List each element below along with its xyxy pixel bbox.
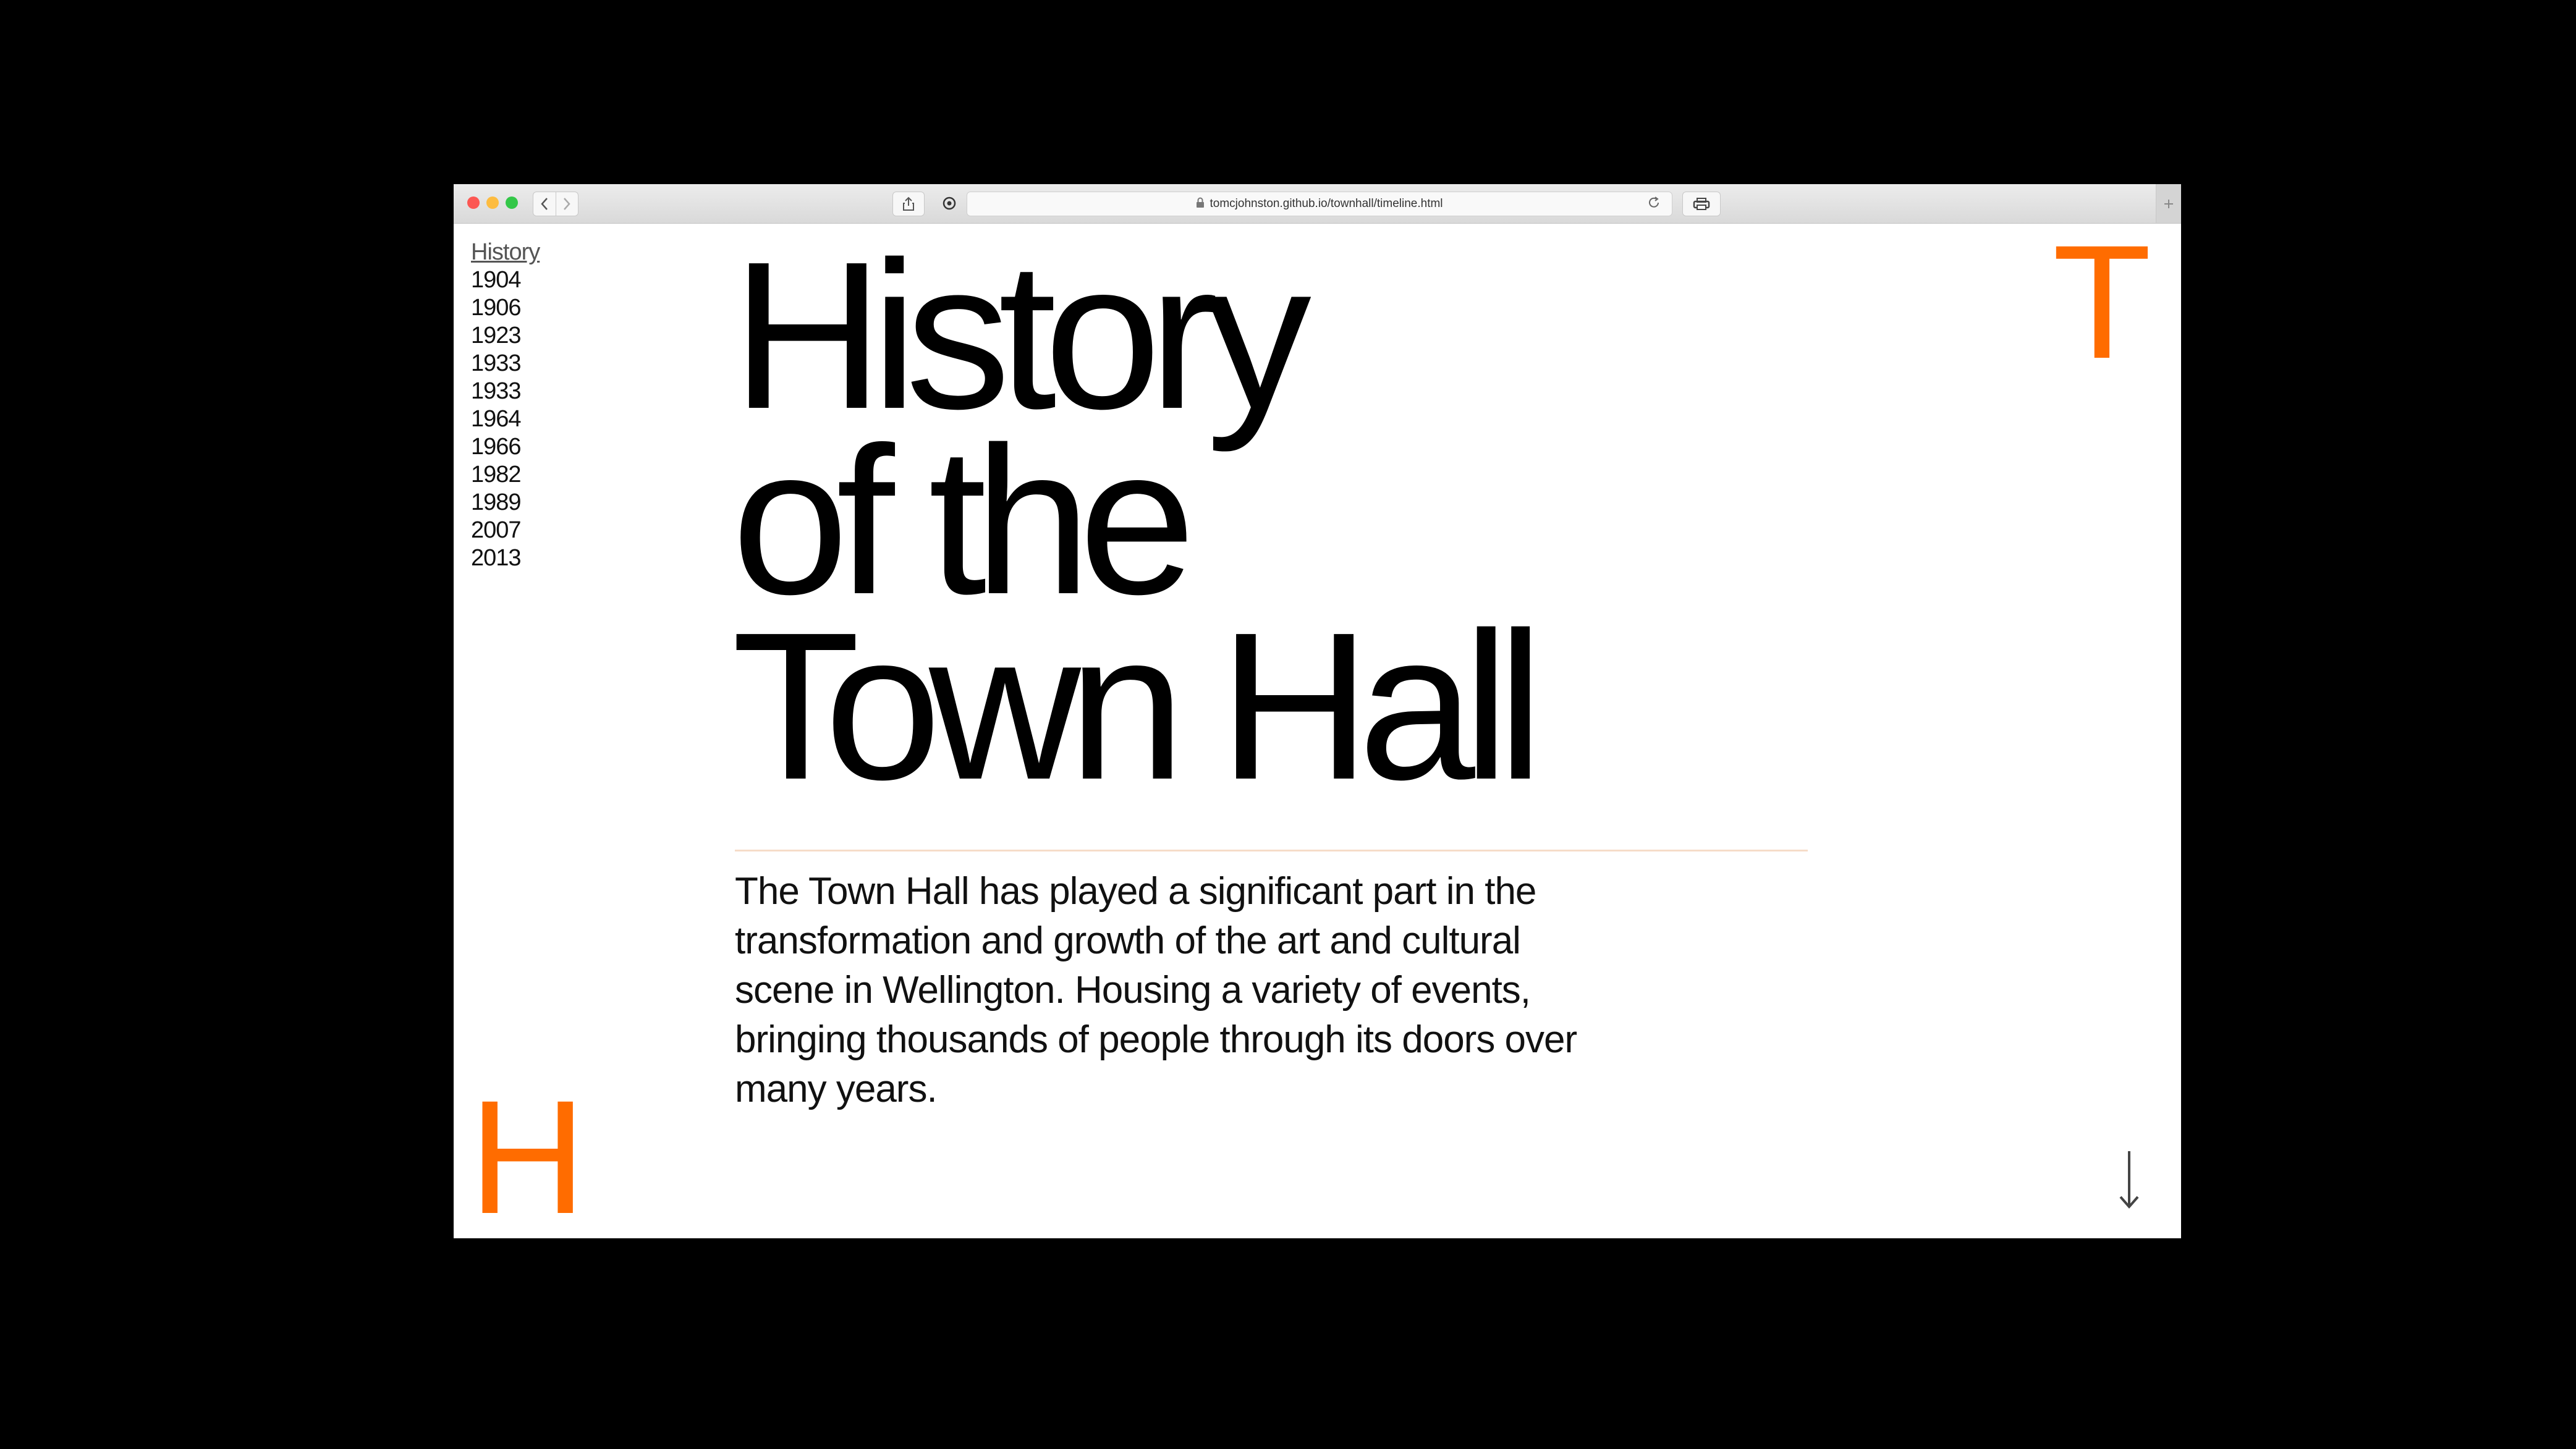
title-line: of the [732, 403, 1196, 638]
scroll-down-button[interactable] [2117, 1149, 2142, 1214]
extension-icon [943, 196, 956, 210]
minimize-window-button[interactable] [486, 196, 499, 209]
history-nav [533, 192, 578, 216]
nav-year-link[interactable]: 1982 [471, 461, 540, 489]
decorative-letter-t: T [2052, 211, 2151, 392]
decorative-letter-h: H [469, 1067, 587, 1238]
reload-icon[interactable] [1647, 196, 1661, 213]
address-bar[interactable]: tomcjohnston.github.io/townhall/timeline… [967, 192, 1672, 216]
share-icon [903, 196, 914, 211]
nav-year-link[interactable]: 1933 [471, 378, 540, 405]
arrow-down-icon [2119, 1151, 2139, 1209]
divider [735, 850, 1808, 851]
forward-button[interactable] [555, 192, 578, 216]
back-button[interactable] [533, 192, 556, 216]
title-line: History [732, 218, 1311, 453]
title-line: Town Hall [732, 589, 1544, 824]
nav-year-link[interactable]: 1964 [471, 405, 540, 433]
zoom-window-button[interactable] [506, 196, 518, 209]
close-window-button[interactable] [467, 196, 480, 209]
browser-window: tomcjohnston.github.io/townhall/timeline… [454, 184, 2181, 1238]
nav-year-link[interactable]: 1989 [471, 489, 540, 517]
chevron-right-icon [564, 198, 570, 210]
nav-year-link[interactable]: 2013 [471, 544, 540, 572]
url-text: tomcjohnston.github.io/townhall/timeline… [1210, 197, 1443, 210]
page-title: History of the Town Hall [732, 218, 1544, 824]
nav-year-link[interactable]: 1923 [471, 322, 540, 350]
extension-button[interactable] [939, 192, 960, 215]
share-button[interactable] [892, 192, 925, 216]
intro-paragraph: The Town Hall has played a significant p… [735, 870, 1577, 1110]
nav-year-link[interactable]: 1933 [471, 350, 540, 378]
nav-year-link[interactable]: 1904 [471, 266, 540, 294]
printer-icon [1693, 198, 1710, 210]
reader-button[interactable] [1682, 192, 1721, 216]
lock-icon [1196, 197, 1205, 211]
browser-toolbar: tomcjohnston.github.io/townhall/timeline… [454, 184, 2181, 224]
nav-year-link[interactable]: 1966 [471, 433, 540, 461]
plus-icon [2164, 199, 2173, 208]
chevron-left-icon [541, 198, 548, 210]
nav-year-link[interactable]: 1906 [471, 294, 540, 322]
new-tab-button[interactable] [2156, 184, 2181, 223]
timeline-nav: History 1904 1906 1923 1933 1933 1964 19… [471, 239, 540, 572]
nav-year-link[interactable]: 2007 [471, 517, 540, 544]
nav-history-link[interactable]: History [471, 239, 540, 266]
